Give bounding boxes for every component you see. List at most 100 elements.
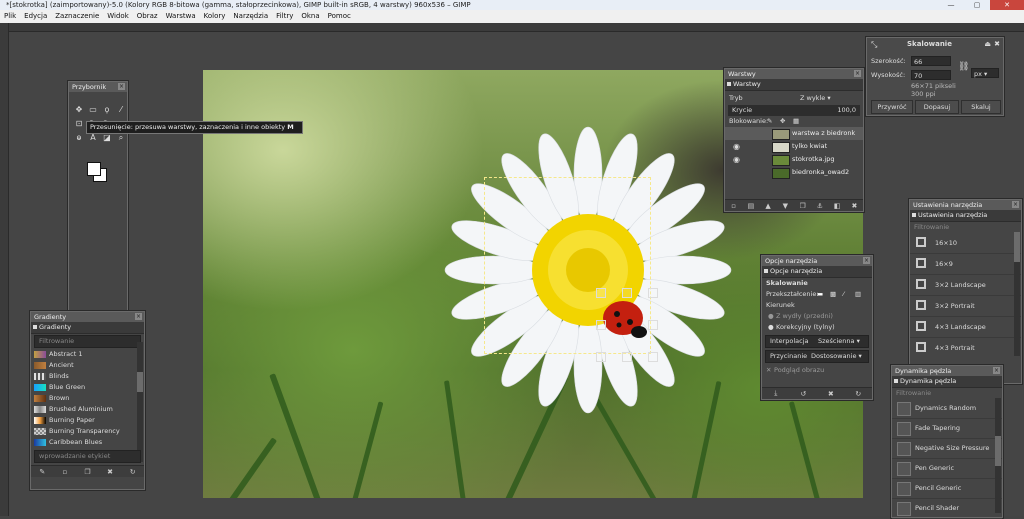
gradient-item[interactable]: Abstract 1 [31,349,144,360]
maximize-button[interactable]: ▢ [964,0,990,10]
restore-icon[interactable]: ↺ [798,390,808,398]
gradients-tab[interactable]: Gradienty [31,322,144,334]
preset-item[interactable]: 4×3 Landscape [910,317,1021,338]
menu-widok[interactable]: Widok [103,10,133,23]
menu-pomoc[interactable]: Pomoc [324,10,355,23]
menu-obraz[interactable]: Obraz [133,10,162,23]
layers-opacity-row[interactable]: Krycie 100,0 [728,105,860,116]
paint-dynamics-title[interactable]: Dynamika pędzla × [892,366,1002,376]
dynamics-item[interactable]: Dynamics Random [892,399,1002,419]
menu-narzedzia[interactable]: Narzędzia [229,10,272,23]
preset-item[interactable]: 4×3 Portrait [910,338,1021,357]
duplicate-icon[interactable]: ❐ [82,468,92,476]
lock-pixels-icon[interactable]: ✎ [767,116,772,127]
scale-handle[interactable] [596,320,606,330]
scale-handle[interactable] [622,288,632,298]
transform-path-icon[interactable]: ⁄ [843,289,844,300]
refresh-icon[interactable]: ↻ [128,468,138,476]
preset-item[interactable]: 16×10 [910,233,1021,254]
paint-dynamics-tab[interactable]: Dynamika pędzla [892,376,1002,388]
raise-icon[interactable]: ▲ [763,202,773,210]
interpolation-select[interactable]: Interpolacja Sześcienna ▾ [765,335,869,348]
scrollbar-thumb[interactable] [1014,232,1020,262]
tool-options-tab[interactable]: Opcje narzędzia [762,266,872,278]
rect-select-icon[interactable]: ▭ [87,104,99,116]
close-icon[interactable]: × [993,367,1000,374]
dynamics-item[interactable]: Pencil Shader [892,499,1002,519]
gradients-scrollbar[interactable] [137,342,143,462]
paint-dynamics-filter[interactable]: Filtrowanie [892,388,1002,399]
gradient-item[interactable]: Burning Paper [31,415,144,426]
menu-okna[interactable]: Okna [297,10,323,23]
direction-backward[interactable]: ● Korekcyjny (tylny) [762,322,872,333]
menu-edycja[interactable]: Edycja [20,10,51,23]
vertical-ruler[interactable] [0,23,9,516]
gradients-filter[interactable]: Filtrowanie [34,335,141,348]
preset-item[interactable]: 3×2 Portrait [910,296,1021,317]
layers-tab[interactable]: Warstwy [725,79,863,91]
scale-button[interactable]: Skaluj [961,100,1001,114]
tool-options-title[interactable]: Opcje narzędzia × [762,256,872,266]
delete-icon[interactable]: ✖ [826,390,836,398]
reset-icon[interactable]: ↻ [853,390,863,398]
move-tool-icon[interactable]: ✥ [73,104,85,116]
dynamics-item[interactable]: Pen Generic [892,459,1002,479]
eye-icon[interactable]: ◉ [733,153,740,166]
tool-presets-tab[interactable]: Ustawienia narzędzia [910,210,1021,222]
paths-icon[interactable]: ⱺ [73,132,85,144]
readjust-button[interactable]: Dopasuj [915,100,959,114]
lower-icon[interactable]: ▼ [780,202,790,210]
layer-row[interactable]: ◉ tylko kwiat [725,140,863,153]
eye-icon[interactable]: ◉ [733,140,740,153]
clipping-select[interactable]: Przycinanie Dostosowanie ▾ [765,350,869,363]
layer-row[interactable]: biedronka_owad2 [725,166,863,179]
foreground-color-swatch[interactable] [87,162,101,176]
lock-position-icon[interactable]: ✥ [780,116,785,127]
scale-handle[interactable] [596,288,606,298]
tool-presets-filter[interactable]: Filtrowanie [910,222,1021,233]
save-icon[interactable]: ⤓ [771,389,781,398]
mode-select[interactable]: Z wykle ▾ [800,91,831,105]
gradient-item[interactable]: Ancient [31,360,144,371]
dynamics-item[interactable]: Fade Tapering [892,419,1002,439]
tool-presets-scrollbar[interactable] [1014,232,1020,356]
new-icon[interactable]: ▫ [60,468,70,476]
new-layer-icon[interactable]: ▫ [729,202,739,210]
gradient-item[interactable]: Blinds [31,371,144,382]
gradient-item[interactable]: Brown [31,393,144,404]
width-input[interactable]: 66 [911,56,951,66]
close-icon[interactable]: × [118,83,125,90]
mask-icon[interactable]: ◧ [832,202,842,210]
scale-handle[interactable] [648,320,658,330]
chain-link-icon[interactable]: ⛓ [958,62,969,72]
duplicate-icon[interactable]: ❐ [798,202,808,210]
paint-dynamics-scrollbar[interactable] [995,398,1001,513]
toolbox-title[interactable]: Przybornik × [69,82,127,92]
gradients-tags-input[interactable]: wprowadzanie etykiet [34,450,141,463]
layer-row[interactable]: warstwa z biedronk [725,127,863,140]
menu-warstwa[interactable]: Warstwa [162,10,200,23]
gradients-title[interactable]: Gradienty × [31,312,144,322]
layers-title[interactable]: Warstwy × [725,69,863,79]
reset-button[interactable]: Przywróć [871,100,913,114]
unit-select[interactable]: px ▾ [971,68,999,78]
close-icon[interactable]: × [1012,201,1019,208]
scrollbar-thumb[interactable] [995,436,1001,466]
preset-item[interactable]: 16×9 [910,254,1021,275]
scale-handle[interactable] [648,352,658,362]
layer-row[interactable]: ◉ stokrotka.jpg [725,153,863,166]
free-select-icon[interactable]: ϙ [101,104,113,116]
menu-zaznaczenie[interactable]: Zaznaczenie [51,10,103,23]
fuzzy-select-icon[interactable]: ⁄ [115,104,127,116]
menu-filtry[interactable]: Filtry [272,10,297,23]
edit-icon[interactable]: ✎ [37,468,47,476]
gradient-item[interactable]: Blue Green [31,382,144,393]
transform-image-icon[interactable]: ▥ [855,289,861,300]
scale-handle[interactable] [648,288,658,298]
crop-icon[interactable]: ⊡ [73,118,85,130]
height-input[interactable]: 70 [911,70,951,80]
tool-presets-title[interactable]: Ustawienia narzędzia × [910,200,1021,210]
gradient-item[interactable]: Brushed Aluminium [31,404,144,415]
horizontal-ruler[interactable] [8,23,1024,32]
menu-kolory[interactable]: Kolory [200,10,230,23]
